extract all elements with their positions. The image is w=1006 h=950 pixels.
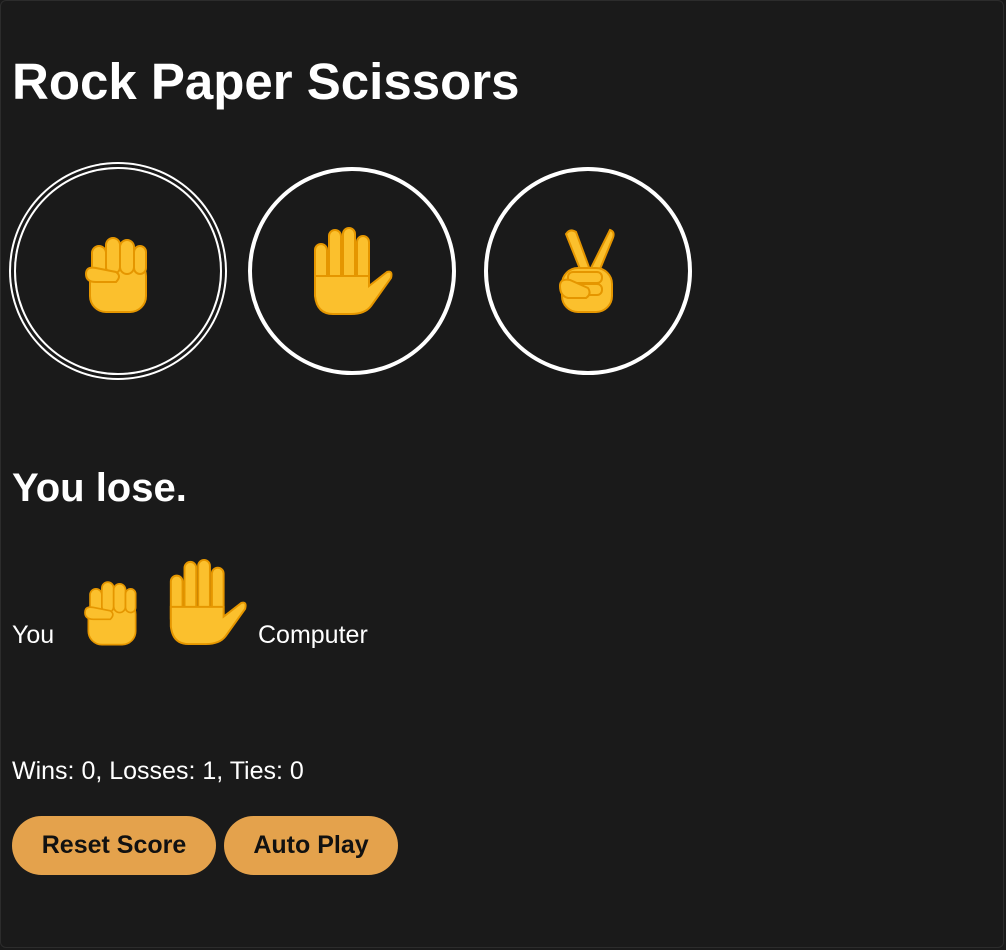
page-title: Rock Paper Scissors	[12, 53, 520, 110]
computer-label: Computer	[258, 621, 368, 649]
moves-summary: You Computer	[12, 552, 432, 652]
score-text: Wins: 0, Losses: 1, Ties: 0	[12, 757, 304, 785]
you-label: You	[12, 621, 55, 649]
rock-button[interactable]	[14, 167, 222, 375]
scissors-button[interactable]	[484, 167, 692, 375]
auto-play-button[interactable]: Auto Play	[224, 816, 398, 875]
raised-fist-icon	[84, 581, 137, 646]
result-text: You lose.	[12, 466, 187, 510]
paper-button[interactable]	[248, 167, 456, 375]
raised-hand-icon	[314, 227, 393, 315]
raised-fist-icon	[84, 237, 147, 313]
reset-score-button[interactable]: Reset Score	[12, 816, 216, 875]
raised-hand-icon	[169, 558, 247, 646]
victory-hand-icon	[558, 228, 615, 313]
